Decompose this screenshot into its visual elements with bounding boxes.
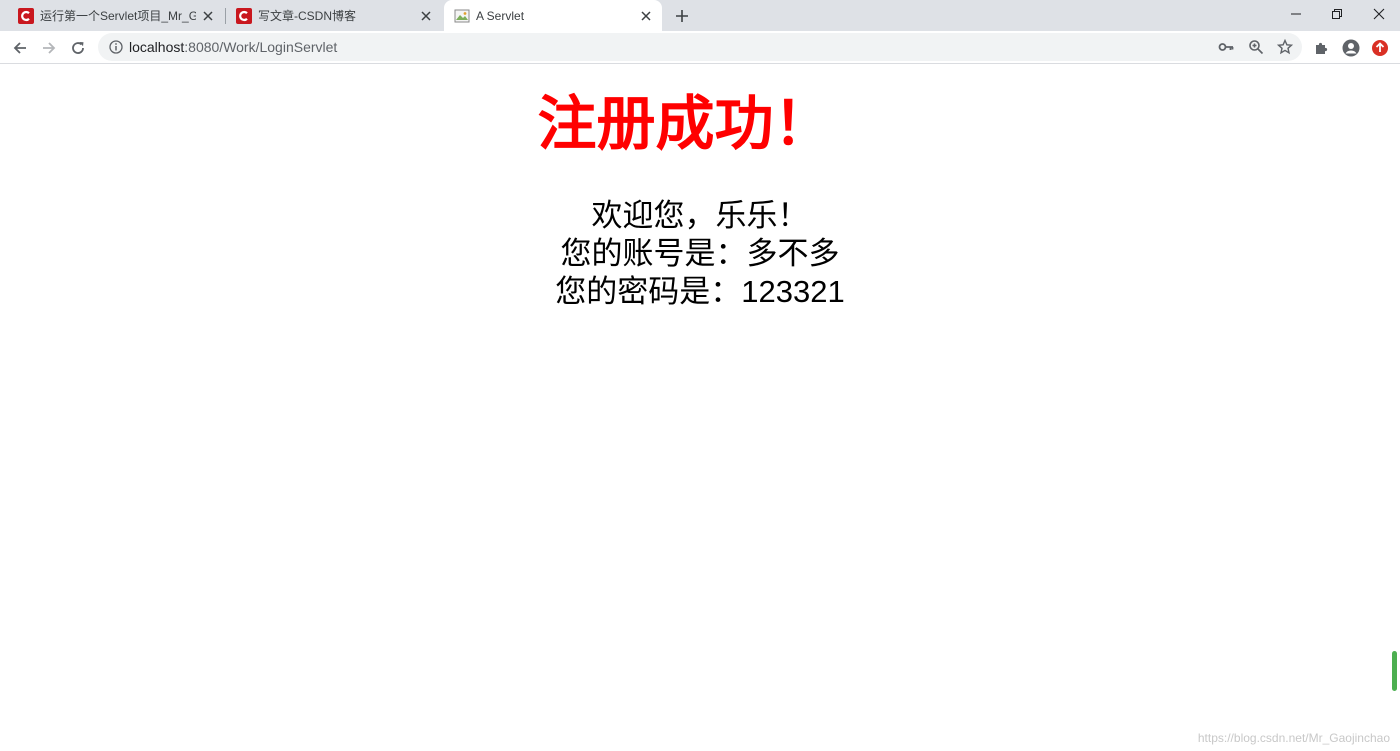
page-heading: 注册成功！	[537, 91, 833, 157]
arrow-left-icon	[13, 42, 26, 54]
tab-title: 运行第一个Servlet项目_Mr_Gao	[40, 8, 196, 23]
update-arrow-icon	[1372, 40, 1388, 56]
close-tab-icon[interactable]	[418, 8, 434, 24]
arrow-right-icon	[43, 42, 56, 54]
puzzle-icon	[1316, 42, 1328, 54]
new-tab-button[interactable]	[670, 4, 694, 28]
tab-title: 写文章-CSDN博客	[258, 8, 356, 23]
csdn-logo-icon	[236, 7, 252, 24]
zoom-button[interactable]	[1245, 36, 1267, 58]
profile-button[interactable]	[1338, 35, 1364, 61]
url-text[interactable]: localhost:8080/Work/LoginServlet	[129, 39, 337, 55]
close-icon	[1373, 8, 1385, 20]
plus-icon	[676, 10, 688, 22]
close-tab-icon[interactable]	[200, 8, 216, 24]
minimize-icon	[1291, 13, 1301, 15]
minimize-button[interactable]	[1275, 0, 1317, 28]
tab-strip: 运行第一个Servlet项目_Mr_Gao 写文章-CSDN博客 A Servl…	[0, 0, 1400, 31]
browser-toolbar: localhost:8080/Work/LoginServlet	[0, 31, 1400, 64]
url-host: localhost	[129, 39, 185, 55]
avatar-icon	[1342, 39, 1360, 57]
tab-servlet-project[interactable]: 运行第一个Servlet项目_Mr_Gao	[8, 0, 224, 31]
star-icon	[1277, 39, 1293, 55]
info-icon[interactable]	[108, 39, 124, 55]
back-button[interactable]	[7, 35, 33, 61]
reload-icon	[72, 42, 84, 54]
restore-icon	[1332, 9, 1342, 19]
page-content: 注册成功！ 欢迎您，乐乐！ 您的账号是：多不多 您的密码是：123321 htt…	[0, 65, 1400, 751]
scroll-indicator[interactable]	[1392, 651, 1397, 691]
broken-image-icon	[454, 8, 470, 24]
account-line: 您的账号是：多不多	[560, 236, 840, 271]
close-tab-icon[interactable]	[638, 8, 654, 24]
restore-button[interactable]	[1316, 0, 1358, 28]
address-bar[interactable]: localhost:8080/Work/LoginServlet	[98, 33, 1302, 61]
bookmark-button[interactable]	[1274, 36, 1296, 58]
url-path: :8080/Work/LoginServlet	[184, 39, 338, 55]
csdn-logo-icon	[18, 7, 34, 24]
tab-a-servlet[interactable]: A Servlet	[444, 0, 662, 31]
update-menu-button[interactable]	[1367, 35, 1393, 61]
zoom-icon	[1249, 40, 1264, 55]
forward-button[interactable]	[36, 35, 62, 61]
welcome-message: 欢迎您，乐乐！	[591, 198, 809, 233]
key-icon	[1218, 43, 1234, 51]
reload-button[interactable]	[65, 35, 91, 61]
close-window-button[interactable]	[1358, 0, 1400, 28]
tab-title: A Servlet	[476, 8, 525, 23]
password-line: 您的密码是：123321	[555, 274, 845, 309]
extensions-button[interactable]	[1308, 35, 1334, 61]
tab-write-article[interactable]: 写文章-CSDN博客	[226, 0, 442, 31]
watermark-text: https://blog.csdn.net/Mr_Gaojinchao	[1197, 731, 1390, 745]
passwords-button[interactable]	[1215, 36, 1237, 58]
